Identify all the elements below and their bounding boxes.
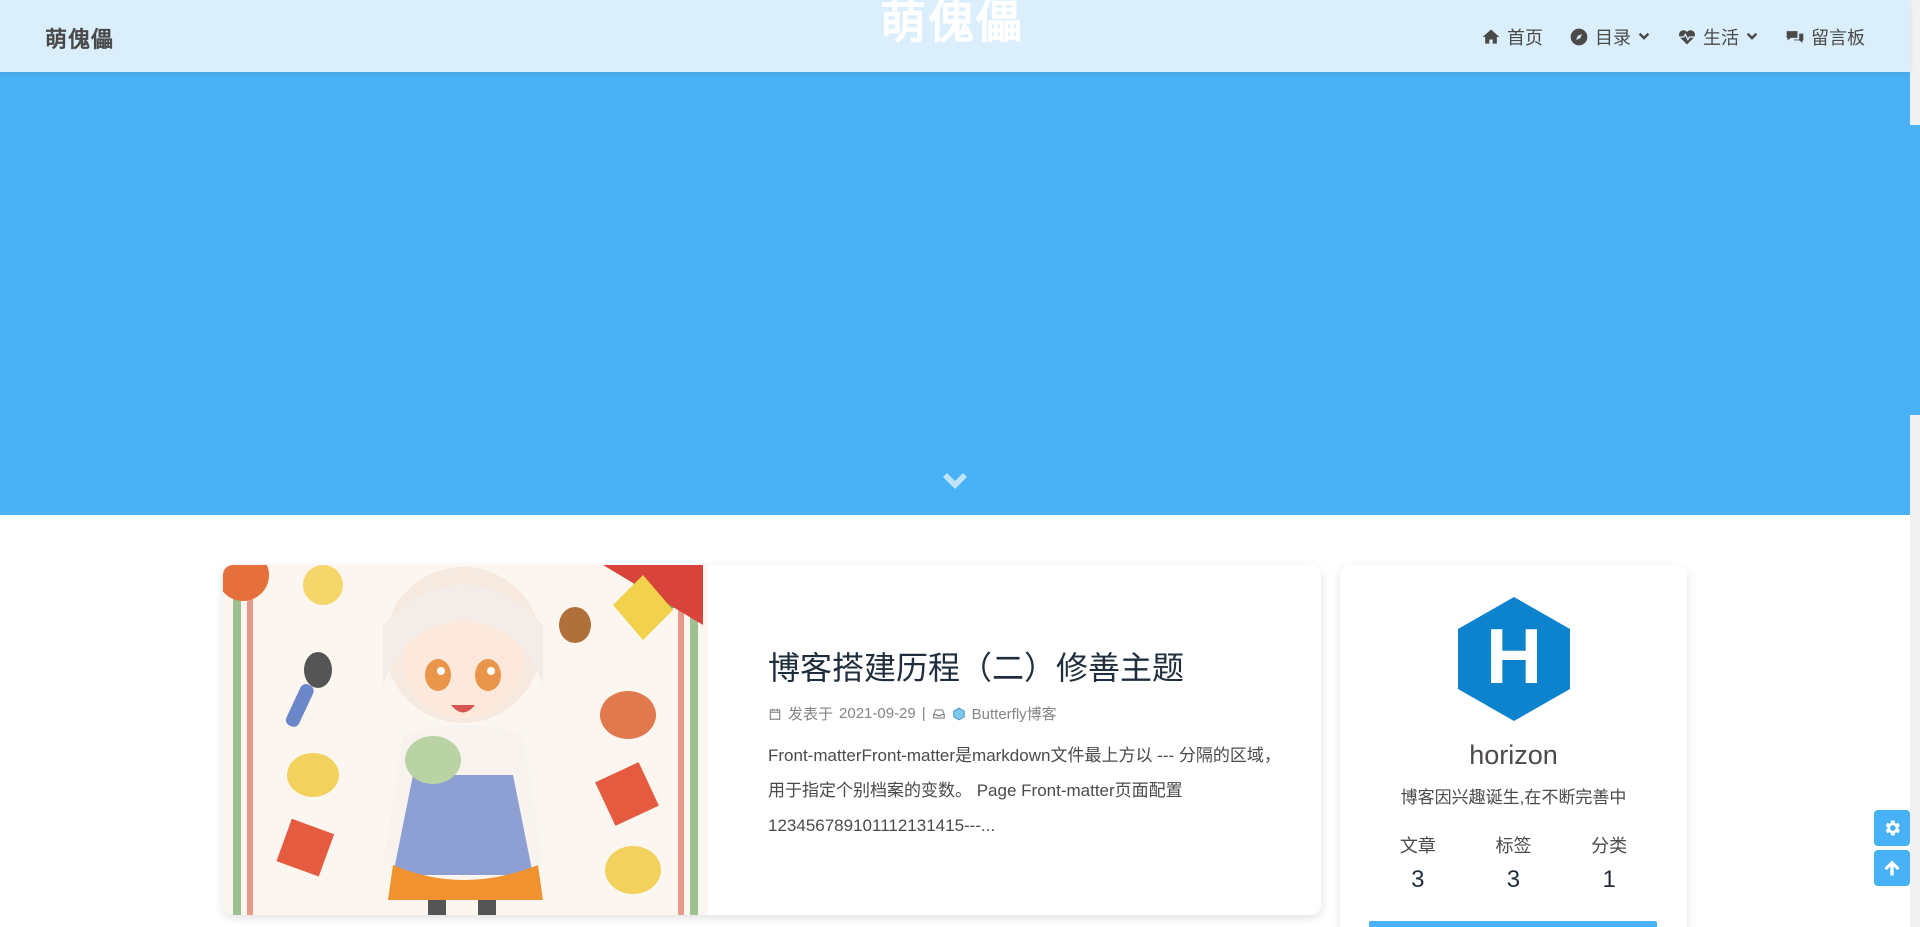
compass-icon	[1570, 28, 1588, 46]
avatar-letter: H	[1486, 612, 1542, 700]
nav-item-label: 首页	[1507, 28, 1543, 48]
scroll-down-button[interactable]	[941, 472, 969, 494]
post-category-link[interactable]: Butterfly博客	[972, 703, 1057, 724]
nav-item-catalog[interactable]: 目录	[1569, 24, 1651, 50]
gear-icon	[1885, 820, 1900, 836]
stat-categories[interactable]: 分类 1	[1569, 832, 1649, 894]
site-title: 萌傀儡	[880, 0, 1024, 48]
author-card: H horizon 博客因兴趣诞生,在不断完善中 文章 3 标签 3 分类 1	[1340, 565, 1687, 927]
stat-label: 文章	[1399, 836, 1436, 856]
post-meta: 发表于 2021-09-29 | Butterfly博客	[768, 703, 1288, 724]
back-to-top-button[interactable]	[1874, 850, 1910, 886]
post-excerpt: Front-matterFront-matter是markdown文件最上方以 …	[768, 746, 1281, 835]
stat-articles[interactable]: 文章 3	[1378, 832, 1458, 894]
post-card[interactable]: 博客搭建历程（二）修善主题 发表于 2021-09-29 | Butterfly…	[223, 565, 1321, 915]
post-title[interactable]: 博客搭建历程（二）修善主题	[768, 643, 1288, 689]
comments-icon	[1786, 31, 1804, 43]
scrollbar-thumb[interactable]	[1910, 125, 1920, 415]
nav-item-label: 留言板	[1811, 28, 1865, 48]
author-description: 博客因兴趣诞生,在不断完善中	[1400, 788, 1627, 807]
post-date-prefix: 发表于	[788, 706, 834, 723]
chevron-down-icon	[1746, 32, 1758, 40]
nav-item-guestbook[interactable]: 留言板	[1785, 24, 1865, 50]
meta-separator: |	[921, 705, 926, 722]
cube-icon	[952, 707, 965, 720]
nav-item-home[interactable]: 首页	[1481, 24, 1543, 50]
chevron-down-icon	[1638, 32, 1650, 40]
page: 萌傀儡 萌傀儡 首页 目录 生活 留言板 博客搭建历程（二）修善主题 发表于 2…	[0, 0, 1920, 927]
nav-item-life[interactable]: 生活	[1677, 24, 1759, 50]
stat-value: 3	[1411, 866, 1425, 893]
hexo-logo-icon: H	[1458, 597, 1570, 721]
stat-value: 3	[1506, 866, 1521, 893]
arrow-up-icon	[1884, 860, 1900, 876]
anime-girl-illustration	[223, 565, 708, 915]
nav-menu: 首页 目录 生活 留言板	[1481, 24, 1865, 50]
follow-button[interactable]	[1369, 921, 1657, 927]
stat-tags[interactable]: 标签 3	[1473, 832, 1553, 894]
author-name: horizon	[1469, 740, 1558, 770]
site-brand[interactable]: 萌傀儡	[45, 22, 114, 54]
post-info: 博客搭建历程（二）修善主题 发表于 2021-09-29 | Butterfly…	[768, 643, 1288, 843]
post-cover-image[interactable]	[223, 565, 708, 915]
inbox-icon	[932, 708, 945, 719]
stat-label: 标签	[1495, 836, 1532, 856]
heartbeat-icon	[1678, 30, 1696, 45]
chevron-down-icon	[943, 473, 967, 489]
stat-value: 1	[1602, 866, 1616, 893]
stat-label: 分类	[1591, 836, 1628, 856]
settings-button[interactable]	[1874, 810, 1910, 846]
post-date: 2021-09-29	[839, 705, 916, 722]
calendar-icon	[769, 708, 781, 720]
rightside-buttons	[1874, 810, 1910, 886]
navbar: 萌傀儡 萌傀儡 首页 目录 生活 留言板	[0, 0, 1910, 72]
site-stats: 文章 3 标签 3 分类 1	[1340, 832, 1687, 894]
avatar[interactable]: H	[1454, 595, 1574, 723]
hero-banner	[0, 72, 1910, 515]
nav-item-label: 生活	[1703, 28, 1739, 48]
nav-item-label: 目录	[1595, 28, 1631, 48]
home-icon	[1482, 29, 1500, 44]
